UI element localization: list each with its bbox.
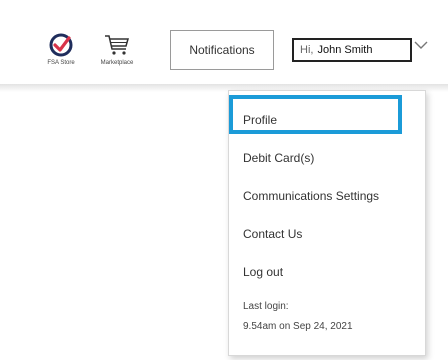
menu-item-log-out[interactable]: Log out [243,265,283,279]
marketplace-link[interactable]: Marketplace [94,32,140,66]
menu-item-debit-cards[interactable]: Debit Card(s) [243,151,314,165]
user-menu-button[interactable]: Hi, John Smith [292,38,412,62]
chevron-down-icon[interactable] [414,40,428,50]
menu-item-profile[interactable]: Profile [243,113,277,127]
fsa-store-label: FSA Store [47,60,75,66]
fsa-store-link[interactable]: FSA Store [38,32,84,66]
menu-item-communications-settings[interactable]: Communications Settings [243,189,379,203]
last-login-value: 9.54am on Sep 24, 2021 [243,321,353,332]
last-login-label: Last login: [243,301,289,312]
user-dropdown-menu: Profile Debit Card(s) Communications Set… [228,90,426,356]
notifications-button[interactable]: Notifications [170,30,274,70]
fsa-store-icon [49,33,73,57]
cart-icon [105,35,129,55]
menu-item-contact-us[interactable]: Contact Us [243,227,302,241]
last-login-info: Last login: 9.54am on Sep 24, 2021 [243,297,353,337]
marketplace-label: Marketplace [100,60,134,66]
user-name: John Smith [317,44,373,56]
user-greeting: Hi, [300,44,314,56]
top-navigation-bar: FSA Store Marketplace Notifications Hi, … [0,0,448,86]
